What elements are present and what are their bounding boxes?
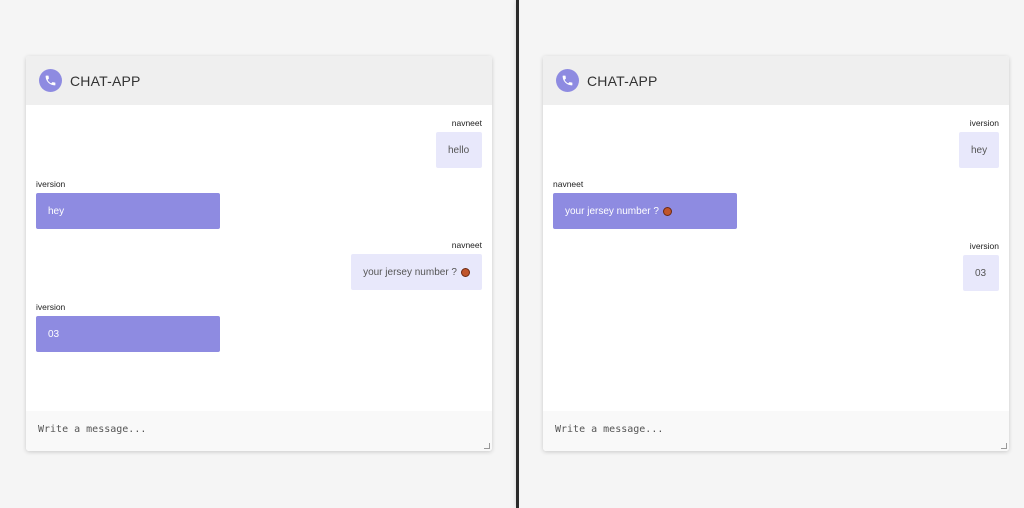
message-item: navneet your jersey number ? xyxy=(553,179,737,229)
message-bubble: your jersey number ? xyxy=(553,193,737,229)
message-author: iversion xyxy=(36,179,66,189)
message-list: iversion hey navneet your jersey number … xyxy=(543,105,1009,411)
message-bubble: hey xyxy=(36,193,220,229)
message-author: iversion xyxy=(36,302,66,312)
message-bubble: your jersey number ? xyxy=(351,254,482,290)
message-author: iversion xyxy=(969,241,999,251)
basketball-icon xyxy=(662,206,672,216)
message-item: iversion hey xyxy=(959,118,999,168)
message-list: navneet hello iversion hey navneet your … xyxy=(26,105,492,411)
message-item: iversion 03 xyxy=(36,302,220,352)
chat-window: CHAT-APP iversion hey navneet your jerse… xyxy=(543,56,1009,451)
message-input[interactable] xyxy=(543,411,1009,451)
message-bubble: 03 xyxy=(963,255,999,291)
message-author: iversion xyxy=(969,118,999,128)
message-author: navneet xyxy=(553,179,584,189)
message-author: navneet xyxy=(451,240,482,250)
chat-window: CHAT-APP navneet hello iversion hey navn… xyxy=(26,56,492,451)
app-title: CHAT-APP xyxy=(587,72,658,89)
right-browser-pane: CHAT-APP iversion hey navneet your jerse… xyxy=(519,0,1024,508)
message-composer xyxy=(543,411,1009,451)
message-item: iversion hey xyxy=(36,179,220,229)
message-input[interactable] xyxy=(26,411,492,451)
left-browser-pane: CHAT-APP navneet hello iversion hey navn… xyxy=(0,0,517,508)
message-text: 03 xyxy=(975,267,987,279)
chat-header: CHAT-APP xyxy=(543,56,1009,105)
message-text: your jersey number ? xyxy=(363,266,457,278)
message-item: navneet your jersey number ? xyxy=(351,240,482,290)
message-text: hey xyxy=(971,144,988,156)
resize-handle[interactable] xyxy=(1001,443,1007,449)
basketball-icon xyxy=(461,267,470,277)
chat-header: CHAT-APP xyxy=(26,56,492,105)
phone-icon xyxy=(39,69,62,92)
resize-handle[interactable] xyxy=(484,443,490,449)
phone-icon xyxy=(556,69,579,92)
message-bubble: 03 xyxy=(36,316,220,352)
message-item: navneet hello xyxy=(436,118,482,168)
message-text: hello xyxy=(448,144,470,156)
message-bubble: hey xyxy=(959,132,999,168)
message-item: iversion 03 xyxy=(963,241,999,291)
message-text: hey xyxy=(48,205,65,217)
message-text: your jersey number ? xyxy=(565,205,659,217)
app-title: CHAT-APP xyxy=(70,72,141,89)
message-composer xyxy=(26,411,492,451)
message-text: 03 xyxy=(48,328,60,340)
message-bubble: hello xyxy=(436,132,482,168)
message-author: navneet xyxy=(451,118,482,128)
